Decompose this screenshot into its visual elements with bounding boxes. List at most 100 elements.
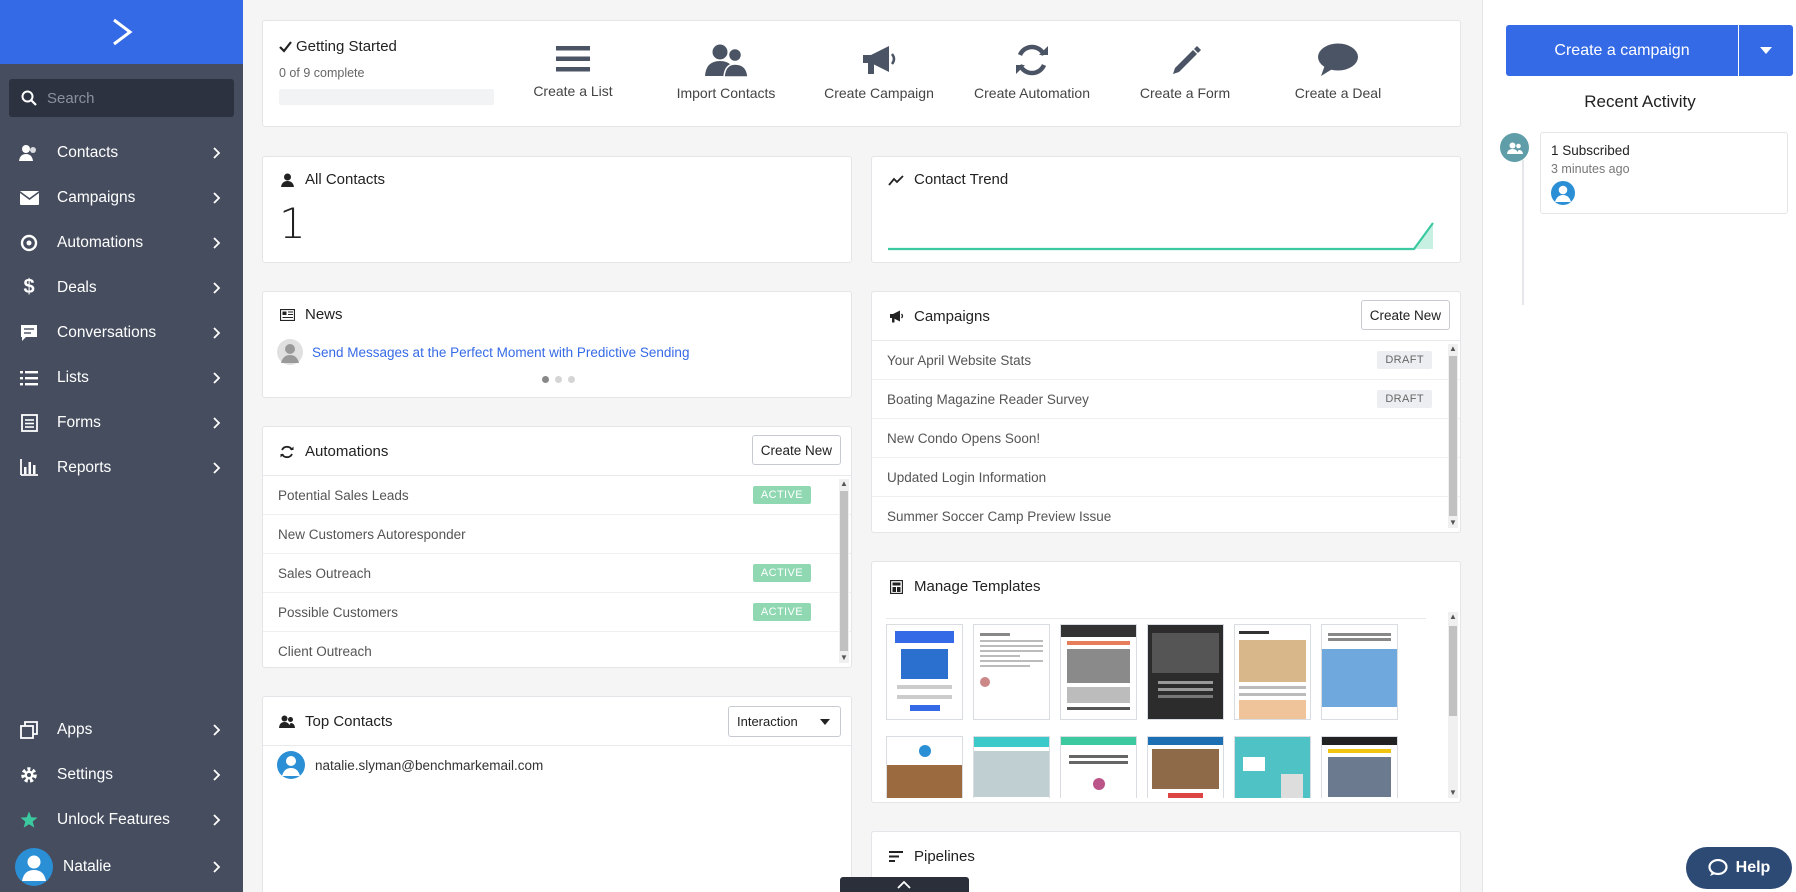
card-header: All Contacts	[279, 171, 385, 188]
create-automation-button[interactable]: Create New	[751, 435, 841, 465]
create-campaign-dropdown-toggle[interactable]	[1739, 25, 1793, 76]
table-row[interactable]: Your April Website Stats DRAFT	[872, 341, 1460, 380]
getting-started-title: Getting Started	[296, 38, 397, 55]
scroll-up-arrow[interactable]: ▲	[1448, 612, 1458, 622]
template-thumbnail[interactable]	[1321, 736, 1398, 798]
avatar-icon	[277, 751, 305, 779]
list-item[interactable]: natalie.slyman@benchmarkemail.com	[263, 746, 851, 784]
help-button[interactable]: Help	[1686, 847, 1792, 889]
sidebar-item-lists[interactable]: Lists	[0, 355, 243, 400]
template-thumbnail[interactable]	[1060, 624, 1137, 720]
scroll-down-arrow[interactable]: ▼	[839, 653, 849, 663]
chevron-right-icon	[213, 191, 223, 204]
sidebar-item-reports[interactable]: Reports	[0, 445, 243, 490]
sidebar-item-deals[interactable]: $ Deals	[0, 265, 243, 310]
action-label: Create a Form	[1139, 85, 1231, 101]
carousel-dot[interactable]	[555, 376, 562, 383]
news-headline-link[interactable]: Send Messages at the Perfect Moment with…	[312, 345, 689, 360]
scroll-up-arrow[interactable]: ▲	[839, 479, 849, 489]
sidebar-item-campaigns[interactable]: Campaigns	[0, 175, 243, 220]
table-row[interactable]: New Condo Opens Soon!	[872, 419, 1460, 458]
top-contacts-title: Top Contacts	[305, 713, 393, 730]
template-thumbnail[interactable]	[1147, 624, 1224, 720]
automation-name: Possible Customers	[278, 604, 399, 620]
campaigns-scrollbar[interactable]: ▲ ▼	[1448, 344, 1458, 528]
apps-icon	[18, 719, 40, 741]
top-contacts-card: Top Contacts Interaction natalie.slyman@…	[262, 696, 852, 892]
sidebar-item-forms[interactable]: Forms	[0, 400, 243, 445]
scroll-down-arrow[interactable]: ▼	[1448, 788, 1458, 798]
table-row[interactable]: New Customers Autoresponder	[263, 515, 851, 554]
sidebar-item-label: Apps	[57, 720, 93, 738]
create-automation-action[interactable]: Create Automation	[962, 43, 1102, 101]
sidebar-item-unlock-features[interactable]: Unlock Features	[0, 797, 243, 842]
contact-trend-title: Contact Trend	[914, 171, 1009, 188]
create-campaign-button[interactable]: Create New	[1360, 300, 1450, 330]
table-row[interactable]: Boating Magazine Reader Survey DRAFT	[872, 380, 1460, 419]
campaign-name: Your April Website Stats	[887, 352, 1032, 368]
create-campaign-primary-button[interactable]: Create a campaign	[1506, 25, 1738, 76]
app-logo[interactable]	[0, 0, 243, 64]
sidebar: Contacts Campaigns Automations $ Deals C…	[0, 0, 243, 892]
sidebar-item-settings[interactable]: Settings	[0, 752, 243, 797]
import-contacts-action[interactable]: Import Contacts	[656, 43, 796, 101]
bar-chart-icon	[18, 457, 40, 479]
automation-name: New Customers Autoresponder	[278, 526, 466, 542]
campaign-name: Boating Magazine Reader Survey	[887, 391, 1089, 407]
scroll-thumb[interactable]	[840, 491, 848, 651]
avatar-icon	[1551, 181, 1575, 205]
template-thumbnail[interactable]	[886, 736, 963, 798]
table-row[interactable]: Client Outreach	[263, 632, 851, 671]
scroll-down-arrow[interactable]: ▼	[1448, 518, 1458, 528]
template-thumbnail[interactable]	[1321, 624, 1398, 720]
scroll-to-top-tab[interactable]	[840, 877, 969, 892]
activity-item[interactable]: 1 Subscribed 3 minutes ago	[1540, 132, 1788, 214]
sidebar-item-apps[interactable]: Apps	[0, 707, 243, 752]
status-badge: ACTIVE	[752, 603, 811, 621]
envelope-icon	[18, 187, 40, 209]
templates-scrollbar[interactable]: ▲ ▼	[1448, 612, 1458, 798]
table-row[interactable]: Summer Soccer Camp Preview Issue	[872, 497, 1460, 536]
all-contacts-card[interactable]: All Contacts 1	[262, 156, 852, 263]
template-thumbnail[interactable]	[1147, 736, 1224, 798]
table-row[interactable]: Updated Login Information	[872, 458, 1460, 497]
top-contacts-sort-select[interactable]: Interaction	[728, 706, 841, 737]
sidebar-item-conversations[interactable]: Conversations	[0, 310, 243, 355]
sidebar-item-contacts[interactable]: Contacts	[0, 130, 243, 175]
recent-activity-title: Recent Activity	[1584, 92, 1696, 111]
create-campaign-action[interactable]: Create Campaign	[809, 43, 949, 101]
automations-scrollbar[interactable]: ▲ ▼	[839, 479, 849, 663]
table-row[interactable]: Sales Outreach ACTIVE	[263, 554, 851, 593]
template-thumbnail[interactable]	[1234, 624, 1311, 720]
template-thumbnail[interactable]	[1060, 736, 1137, 798]
template-thumbnail[interactable]	[973, 624, 1050, 720]
carousel-dot-active[interactable]	[542, 376, 549, 383]
chevron-right-icon	[213, 146, 223, 159]
template-thumbnail[interactable]	[973, 736, 1050, 798]
templates-title: Manage Templates	[914, 578, 1041, 595]
scroll-thumb[interactable]	[1449, 626, 1457, 716]
create-deal-action[interactable]: Create a Deal	[1268, 43, 1408, 101]
chevron-right-icon	[213, 461, 223, 474]
template-thumbnail[interactable]	[1234, 736, 1311, 798]
campaign-name: Updated Login Information	[887, 469, 1047, 485]
caret-down-icon	[820, 718, 830, 725]
template-thumbnail[interactable]	[886, 624, 963, 720]
search-input[interactable]	[47, 89, 207, 107]
action-label: Create Automation	[974, 85, 1090, 101]
carousel-dot[interactable]	[568, 376, 575, 383]
sort-selected-value: Interaction	[737, 714, 798, 729]
table-row[interactable]: Potential Sales Leads ACTIVE	[263, 476, 851, 515]
sidebar-item-automations[interactable]: Automations	[0, 220, 243, 265]
card-header: Contact Trend	[888, 171, 1008, 188]
create-list-action[interactable]: Create a List	[503, 43, 643, 99]
scroll-up-arrow[interactable]: ▲	[1448, 344, 1458, 354]
create-form-action[interactable]: Create a Form	[1115, 43, 1255, 101]
refresh-icon	[279, 444, 295, 460]
status-badge: ACTIVE	[752, 486, 811, 504]
sidebar-search[interactable]	[9, 79, 234, 117]
sidebar-item-user[interactable]: Natalie	[0, 844, 243, 889]
scroll-thumb[interactable]	[1449, 356, 1457, 516]
checkmark-icon	[279, 40, 292, 53]
table-row[interactable]: Possible Customers ACTIVE	[263, 593, 851, 632]
